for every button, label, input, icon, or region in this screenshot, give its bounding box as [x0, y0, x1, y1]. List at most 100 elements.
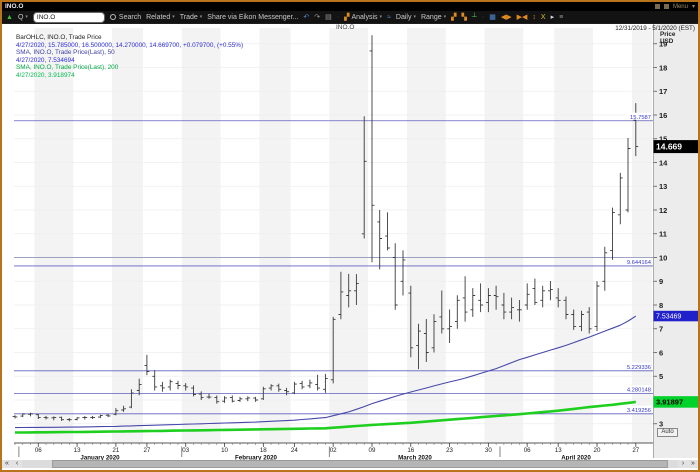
week-band	[554, 28, 593, 443]
hourglass-icon[interactable]: X	[541, 14, 546, 21]
price-tick-label: 14	[659, 158, 668, 167]
legend-line: 4/27/2020, 3.918974	[16, 72, 243, 80]
symbol-search-input[interactable]	[33, 12, 105, 23]
caret-down-icon: ▾	[380, 14, 383, 20]
date-tick-label: 20	[594, 447, 601, 454]
caret-down-icon: ▾	[413, 14, 416, 20]
caret-down-icon: ▾	[25, 14, 28, 20]
price-tick-label: 8	[659, 301, 663, 310]
bar-chart-icon[interactable]: ▞	[451, 14, 456, 21]
compress-horizontal-icon[interactable]: ▶◀	[517, 14, 528, 21]
date-range-label: 12/31/2019 - 5/1/2020 (EST)	[615, 25, 695, 32]
price-tick-label: 7	[659, 325, 663, 334]
caret-down-icon: ▾	[692, 3, 695, 10]
legend-line: SMA, INO.O, Trade Price(Last), 200	[16, 64, 243, 72]
legend-line: 4/27/2020, 15.785000, 16.500000, 14.2700…	[16, 42, 243, 50]
pin-icon[interactable]	[655, 4, 660, 9]
separator-dot: ·	[337, 14, 339, 21]
search-button[interactable]: Search	[110, 14, 141, 21]
scrollbar-thumb[interactable]	[52, 460, 668, 468]
annotation-label: 15.7587	[630, 115, 651, 121]
price-tick-label: 18	[659, 63, 667, 72]
scroll-next-button[interactable]: ›	[678, 460, 688, 468]
grid-icon[interactable]: ▦	[489, 14, 496, 21]
price-tick-label: 9	[659, 277, 663, 286]
expand-vertical-icon[interactable]: ↕	[532, 14, 536, 21]
date-tick-label: 10	[221, 447, 228, 454]
scroll-first-button[interactable]: «	[2, 460, 12, 468]
axis-value-label: 7.53469	[656, 314, 681, 321]
price-tick-label: 17	[659, 87, 667, 96]
legend-line: SMA, INO.O, Trade Price(Last), 50	[16, 49, 243, 57]
chart-area: 3456789101112131415161718190613212703101…	[2, 24, 698, 470]
price-tick-label: 6	[659, 348, 663, 357]
interval-button[interactable]: Daily▾	[396, 14, 416, 21]
scroll-last-button[interactable]: »	[688, 460, 698, 468]
window-titlebar[interactable]: INO.O Menu ▾	[2, 2, 698, 11]
price-chart[interactable]: 3456789101112131415161718190613212703101…	[2, 24, 698, 470]
cursor-icon[interactable]: ▸	[551, 14, 555, 21]
annotation-label: 9.644164	[627, 260, 652, 266]
auto-scale-button[interactable]: Auto	[657, 428, 678, 437]
horizontal-scrollbar[interactable]: « ‹ › »	[2, 460, 698, 468]
up-arrow-icon[interactable]: ▲	[6, 14, 13, 21]
expand-horizontal-icon[interactable]: ◀▶	[501, 14, 512, 21]
axis-value-label: 14.669	[656, 142, 682, 152]
annotation-label: 4.280148	[627, 388, 651, 394]
date-tick-label: 03	[182, 447, 189, 454]
window-layout-icon[interactable]	[664, 4, 669, 9]
menu-lines-icon[interactable]: ≡	[559, 14, 563, 21]
main-toolbar: ▲ Q▾ Search Related▾ Trade▾ Share via Ei…	[2, 11, 698, 24]
date-tick-label: 30	[485, 447, 492, 454]
price-tick-label: 5	[659, 372, 663, 381]
date-tick-label: 02	[330, 447, 337, 454]
date-tick-label: 24	[291, 447, 298, 454]
price-tick-label: 12	[659, 206, 667, 215]
menu-button[interactable]: Menu	[673, 4, 688, 10]
date-tick-label: 06	[524, 447, 531, 454]
date-tick-label: 06	[35, 447, 42, 454]
pages-icon[interactable]: ▤	[325, 14, 332, 21]
redo-icon[interactable]: ↷	[314, 14, 320, 21]
week-band	[182, 28, 221, 443]
share-button[interactable]: Share via Eikon Messenger...	[207, 14, 298, 21]
price-tick-label: 11	[659, 230, 667, 239]
scroll-prev-button[interactable]: ‹	[12, 460, 22, 468]
price-axis-title: Price USD	[660, 31, 675, 45]
week-band	[259, 28, 290, 443]
week-band	[329, 28, 368, 443]
wave-icon[interactable]: ≈	[387, 14, 391, 21]
week-band	[407, 28, 446, 443]
price-tick-label: 13	[659, 182, 667, 191]
undo-icon[interactable]: ↶	[303, 14, 309, 21]
date-tick-label: 21	[112, 447, 119, 454]
date-tick-label: 18	[260, 447, 267, 454]
week-band	[112, 28, 143, 443]
pane-title: INO.O	[336, 24, 354, 31]
date-tick-label: 23	[446, 447, 453, 454]
trade-button[interactable]: Trade▾	[180, 14, 203, 21]
annotation-label: 3.419256	[627, 408, 651, 414]
quote-button[interactable]: Q▾	[18, 14, 28, 21]
separator-dot: ·	[482, 14, 484, 21]
legend-line: BarOHLC, INO.O, Trade Price	[16, 34, 243, 42]
price-tick-label: 10	[659, 253, 667, 262]
date-tick-label: 13	[74, 447, 81, 454]
date-tick-label: 16	[407, 447, 414, 454]
ohlc-bars	[13, 35, 639, 421]
date-tick-label: 09	[369, 447, 376, 454]
axis-value-label: 3.91897	[656, 398, 683, 407]
related-button[interactable]: Related▾	[146, 14, 175, 21]
date-tick-label: 27	[143, 447, 150, 454]
date-tick-label: 27	[632, 447, 639, 454]
scrollbar-track[interactable]	[22, 460, 678, 468]
date-tick-label: 13	[555, 447, 562, 454]
range-button[interactable]: Range▾	[421, 14, 446, 21]
caret-down-icon: ▾	[444, 14, 447, 20]
caret-down-icon: ▾	[200, 14, 203, 20]
candle-chart-icon[interactable]: ▚	[462, 14, 467, 21]
analysis-button[interactable]: ▞Analysis▾	[344, 14, 382, 21]
price-tick-label: 16	[659, 111, 667, 120]
week-band	[485, 28, 524, 443]
axis-scale-icon[interactable]: ┴	[472, 14, 477, 21]
